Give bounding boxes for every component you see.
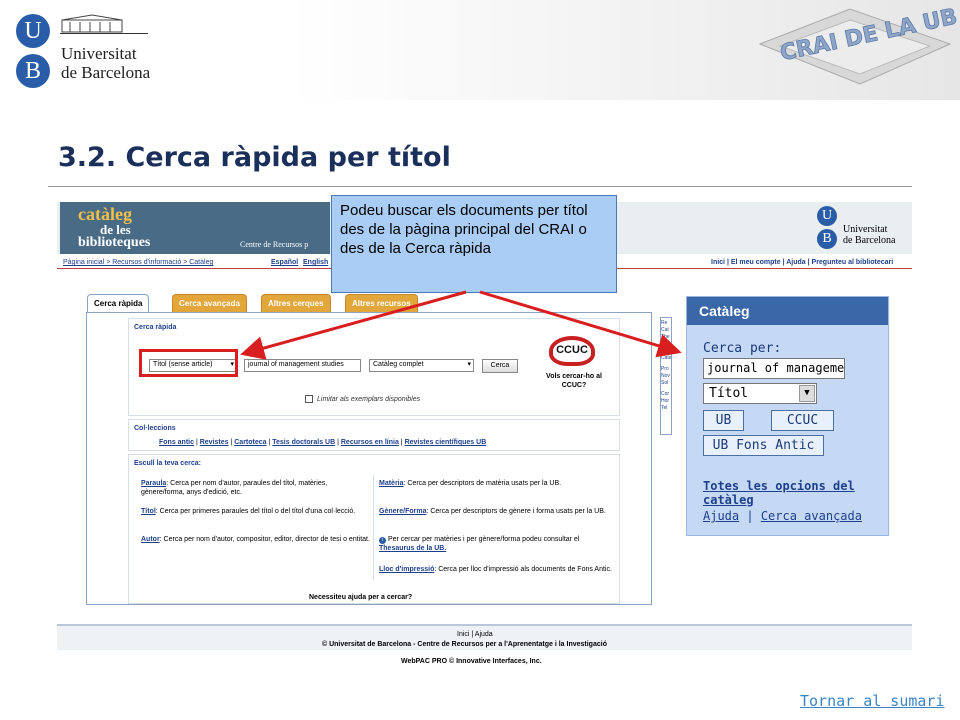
back-to-summary-link[interactable]: Tornar al sumari: [800, 692, 945, 710]
arrow-to-widget: [479, 290, 682, 358]
arrow-to-quick-search: [240, 290, 467, 360]
callout-arrows: [240, 290, 682, 360]
